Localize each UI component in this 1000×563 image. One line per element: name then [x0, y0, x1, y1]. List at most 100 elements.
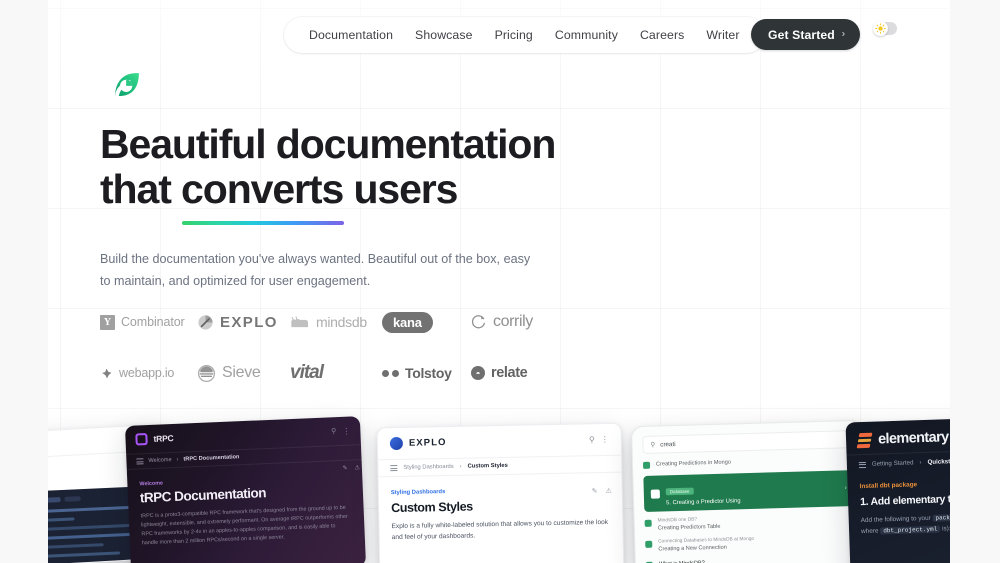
report-icon[interactable]: ⚠ [354, 464, 360, 471]
page-root: Documentation Showcase Pricing Community… [0, 0, 1000, 563]
menu-icon[interactable] [390, 464, 398, 472]
nav-item-writer[interactable]: Writer [695, 26, 750, 44]
breadcrumb-separator-icon: › [176, 456, 179, 463]
theme-toggle-knob [873, 20, 888, 36]
brand-webapp-io: webapp.io [100, 366, 197, 380]
breadcrumb-separator-icon: › [459, 463, 462, 470]
explo-logo-icon [389, 436, 404, 451]
result-title: 5. Creating a Predictor Using [666, 498, 741, 507]
trpc-crumb-1[interactable]: Welcome [148, 457, 171, 464]
menu-icon[interactable] [136, 458, 144, 465]
hero-section: Beautiful documentation that converts us… [100, 122, 720, 292]
menu-icon[interactable] [858, 461, 866, 468]
elementary-para-pre: Add the following to your [860, 514, 933, 525]
brand-vital: vital [290, 362, 382, 384]
hero-subtitle: Build the documentation you've always wa… [100, 248, 532, 292]
result-tag: Database [665, 487, 694, 496]
more-icon[interactable]: ⋮ [342, 426, 350, 435]
get-started-label: Get Started [768, 27, 835, 42]
result-context: What is MindsDB? [659, 555, 856, 563]
relate-label: relate [491, 365, 528, 381]
relate-mark-icon: ◓ [471, 366, 485, 380]
brand-explo: EXPLO [197, 314, 290, 331]
webapp-io-label: webapp.io [119, 366, 175, 380]
y-combinator-mark-icon: Y [100, 314, 115, 330]
nav-pill: Documentation Showcase Pricing Community… [284, 17, 765, 53]
elementary-crumb-1[interactable]: Getting Started [872, 459, 914, 467]
search-result-item[interactable]: Creating Predictions in Mongo [642, 455, 853, 469]
search-icon: ⚲ [650, 441, 656, 449]
trpc-logo-icon [135, 433, 148, 446]
result-type-icon [644, 519, 652, 527]
showcase-card-mindsdb[interactable]: ⚲ creati Creating Predictions in Mongo D… [630, 419, 868, 563]
page-title: Beautiful documentation that converts us… [100, 121, 720, 225]
explo-mark-icon [198, 314, 213, 330]
hero-title-line1: Beautiful documentation [100, 121, 556, 167]
corrily-mark-icon [471, 315, 485, 329]
mindsdb-label: mindsdb [316, 314, 367, 330]
brand-kana: kana [382, 311, 471, 333]
sun-icon [875, 22, 886, 34]
elementary-para-code-2: dbt_project.yml [880, 525, 941, 535]
brand-tolstoy: Tolstoy [382, 365, 471, 381]
result-type-icon [645, 540, 653, 548]
corrily-label: corrily [493, 313, 533, 330]
showcase-card-trpc[interactable]: tRPC ⚲ ⋮ Welcome › tRPC Documentation ✎ … [124, 416, 367, 563]
brand-mindsdb: mindsdb [290, 314, 382, 330]
site-logo[interactable] [110, 68, 144, 102]
mindsdb-results: Creating Predictions in Mongo Database 5… [633, 448, 866, 563]
explo-site-name: EXPLO [408, 437, 447, 449]
nav-item-documentation[interactable]: Documentation [298, 26, 404, 44]
trpc-body: ✎ ⚠ Welcome tRPC Documentation tRPC is a… [127, 460, 365, 549]
search-icon[interactable]: ⚲ [331, 427, 336, 435]
elementary-para-code: package [932, 513, 950, 522]
search-icon[interactable]: ⚲ [589, 435, 595, 444]
more-icon[interactable]: ⋮ [601, 435, 609, 444]
y-combinator-label: Combinator [121, 315, 185, 329]
nav-item-pricing[interactable]: Pricing [484, 26, 544, 44]
trpc-site-name: tRPC [153, 432, 174, 444]
explo-crumb-2[interactable]: Custom Styles [468, 463, 508, 470]
breadcrumb-separator-icon: › [919, 459, 922, 467]
mindsdb-mark-icon [291, 315, 308, 327]
chevron-right-icon: › [841, 28, 846, 40]
search-result-item-active[interactable]: Database 5. Creating a Predictor Using › [643, 470, 855, 512]
explo-label: EXPLO [220, 313, 278, 331]
elementary-paragraph: Add the following to your package where … [861, 509, 950, 537]
edit-icon[interactable]: ✎ [592, 487, 598, 495]
logo-cloud-row-1: Y Combinator EXPLO mindsdb kana corrily [100, 305, 660, 339]
get-started-button[interactable]: Get Started › [751, 19, 861, 50]
elementary-para-post: is): [940, 525, 950, 533]
explo-crumb-1[interactable]: Styling Dashboards [403, 464, 453, 471]
theme-toggle[interactable] [873, 20, 897, 36]
brand-sieve: Sieve [197, 364, 290, 383]
result-type-icon [642, 461, 651, 469]
report-icon[interactable]: ⚠ [605, 487, 612, 495]
nav-item-community[interactable]: Community [544, 26, 629, 44]
explo-title: Custom Styles [391, 499, 473, 516]
result-title: Creating Predictions in Mongo [655, 459, 732, 468]
nav-item-showcase[interactable]: Showcase [404, 26, 484, 44]
elementary-crumb-2[interactable]: Quickstart: D [927, 458, 950, 466]
logo-cloud-row-2: webapp.io Sieve vital Tolstoy ◓ relate [100, 356, 660, 390]
explo-paragraph: Explo is a fully white-labeled solution … [391, 518, 609, 542]
edit-icon[interactable]: ✎ [342, 465, 347, 472]
elementary-step-title: 1. Add elementary to packag [860, 490, 950, 508]
search-result-item[interactable]: MindsDB one DB? Creating Predictors Tabl… [644, 513, 855, 533]
showcase-card-elementary[interactable]: elementary Getting Started › Quickstart:… [845, 415, 950, 563]
hero-title-line2-post: users [343, 166, 458, 212]
vital-label: vital [290, 362, 324, 383]
sieve-mark-icon [197, 364, 216, 382]
brand-corrily: corrily [471, 313, 533, 331]
kana-label: kana [382, 311, 433, 333]
leaf-logo-icon [115, 73, 139, 97]
trpc-crumb-2[interactable]: tRPC Documentation [183, 454, 239, 462]
nav-item-careers[interactable]: Careers [629, 26, 695, 44]
search-result-item[interactable]: Connecting Databases to MindsDB at Mongo… [645, 534, 855, 554]
explo-eyebrow: Styling Dashboards [390, 489, 446, 497]
search-result-item[interactable]: What is MindsDB? works in the background… [645, 555, 856, 563]
showcase-card-explo[interactable]: EXPLO ⚲ ⋮ Styling Dashboards › Custom St… [376, 422, 625, 563]
logo-cloud: Y Combinator EXPLO mindsdb kana corrily … [100, 305, 660, 390]
sieve-label: Sieve [222, 364, 261, 381]
webapp-io-mark-icon [102, 368, 112, 378]
